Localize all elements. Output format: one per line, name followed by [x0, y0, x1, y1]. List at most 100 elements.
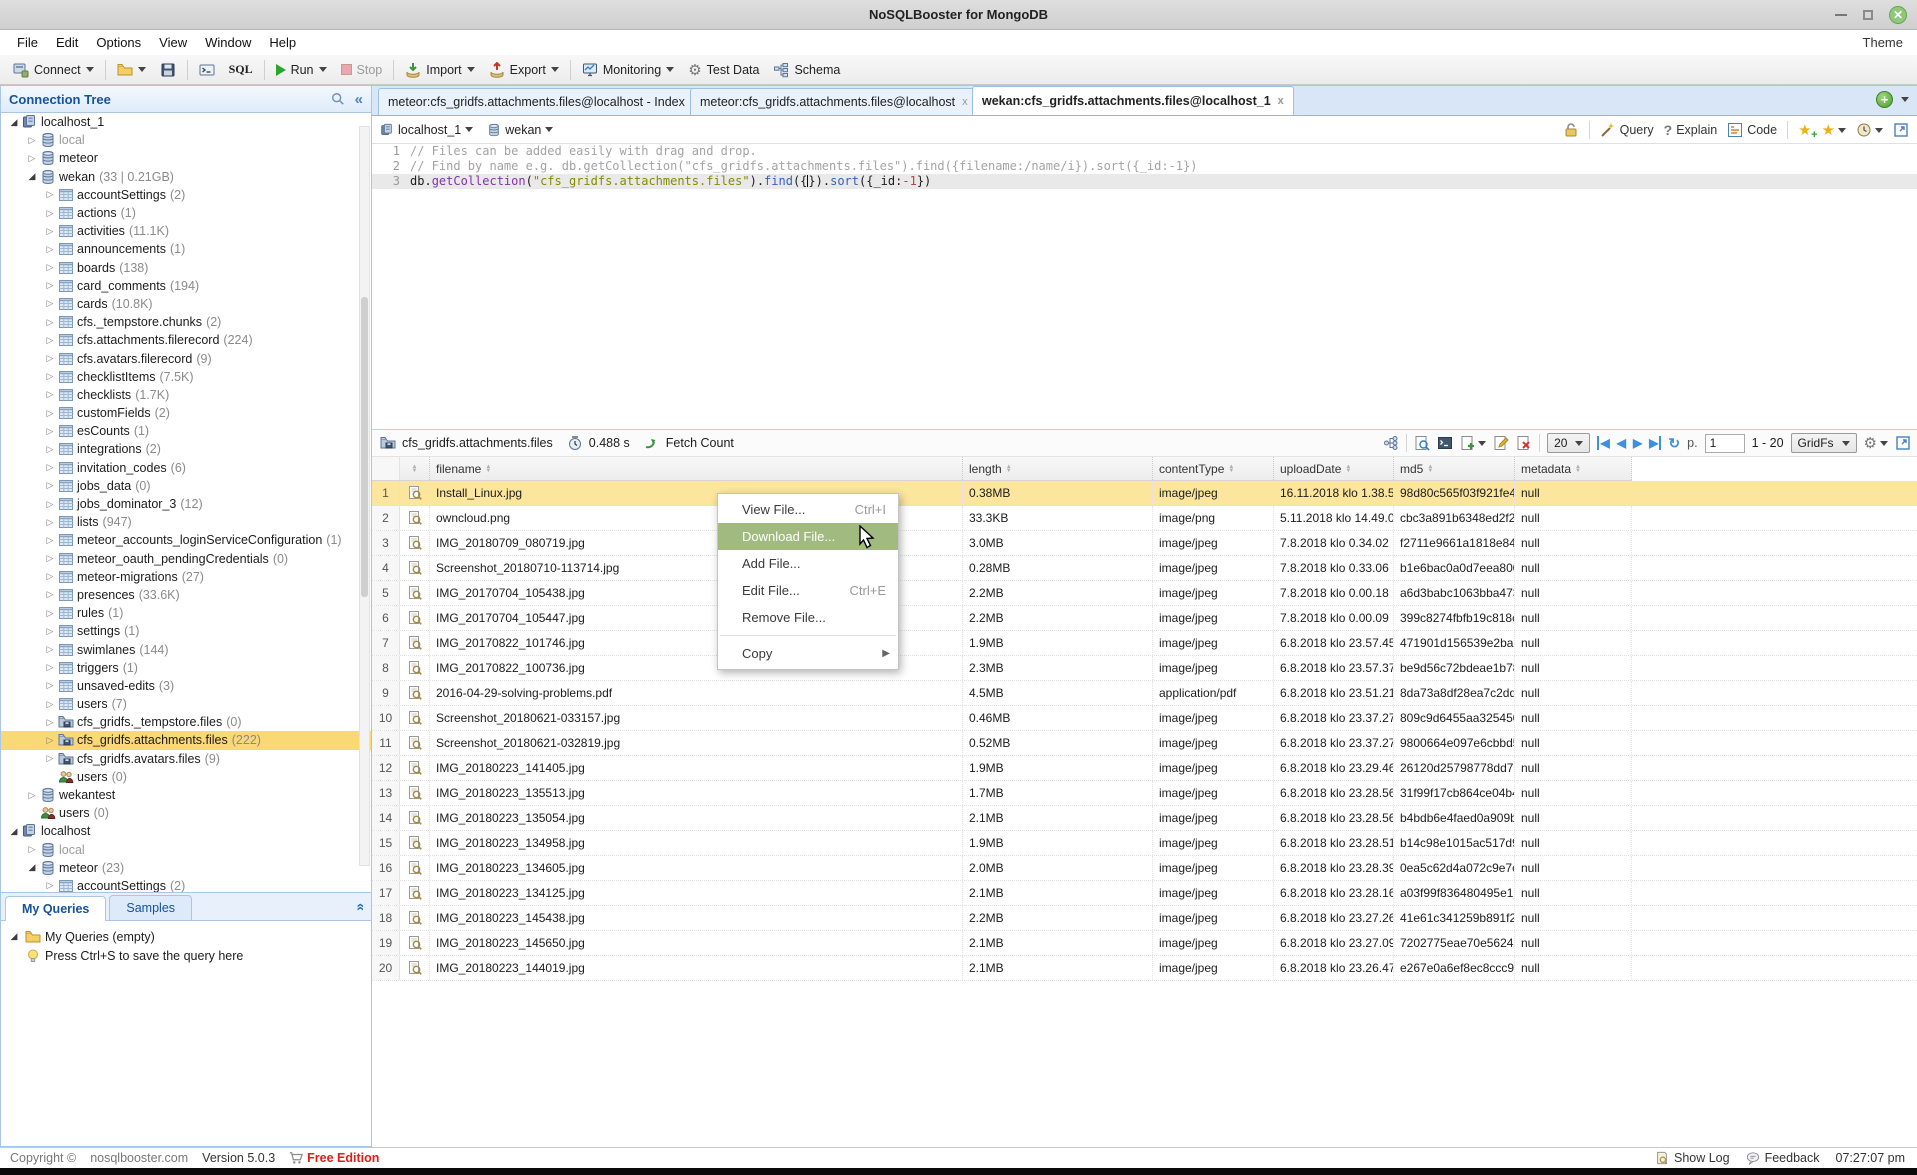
cell-md5[interactable]: 7202775eae70e5624b9d824cff6 [1394, 931, 1515, 955]
cell-filename[interactable]: IMG_20180223_134958.jpg [430, 831, 963, 855]
add-favorite-icon[interactable]: ★+ [1798, 121, 1811, 139]
tab-close-icon[interactable]: x [1278, 95, 1284, 107]
cell-uploadDate[interactable]: 6.8.2018 klo 23.26.47 [1274, 956, 1394, 980]
expander-icon[interactable]: ▷ [25, 135, 39, 146]
edit-document-icon[interactable] [1493, 435, 1509, 451]
collapse-panel-icon[interactable]: « [355, 91, 363, 108]
view-document-icon[interactable] [1414, 435, 1430, 451]
menu-item-edit-file[interactable]: Edit File...Ctrl+E [718, 577, 898, 604]
monitoring-dropdown-icon[interactable] [666, 67, 674, 72]
tree-item-customfields[interactable]: ▷customFields(2) [1, 404, 371, 422]
edition-label[interactable]: Free Edition [307, 1151, 379, 1165]
cell-length[interactable]: 0.52MB [963, 731, 1153, 755]
query-builder-button[interactable]: Query [1600, 122, 1654, 138]
connect-button[interactable]: Connect [6, 59, 101, 81]
cell-md5[interactable]: 31f99f17cb864ce04b467a97ee8 [1394, 781, 1515, 805]
cell-contentType[interactable]: image/png [1153, 506, 1274, 530]
close-icon[interactable]: ✕ [1889, 6, 1907, 24]
cell-contentType[interactable]: image/jpeg [1153, 806, 1274, 830]
tree-item-card-comments[interactable]: ▷card_comments(194) [1, 277, 371, 295]
menu-item-remove-file[interactable]: Remove File... [718, 604, 898, 631]
tree-item-activities[interactable]: ▷activities(11.1K) [1, 222, 371, 240]
menu-file[interactable]: File [8, 32, 47, 53]
cell-uploadDate[interactable]: 5.11.2018 klo 14.49.05 [1274, 506, 1394, 530]
header-metadata[interactable]: metadata▲▼ [1515, 457, 1632, 480]
remove-document-icon[interactable] [1516, 435, 1532, 451]
cell-uploadDate[interactable]: 7.8.2018 klo 0.33.06 [1274, 556, 1394, 580]
open-dropdown-icon[interactable] [138, 67, 146, 72]
cell-uploadDate[interactable]: 7.8.2018 klo 0.34.02 [1274, 531, 1394, 555]
cell-metadata[interactable]: null [1515, 606, 1632, 630]
cell-uploadDate[interactable]: 6.8.2018 klo 23.28.39 [1274, 856, 1394, 880]
tree-item-triggers[interactable]: ▷triggers(1) [1, 659, 371, 677]
header-md5[interactable]: md5▲▼ [1394, 457, 1515, 480]
expander-icon[interactable]: ▷ [43, 571, 57, 582]
queries-collapse-icon[interactable]: » [351, 903, 367, 911]
cell-metadata[interactable]: null [1515, 756, 1632, 780]
expander-icon[interactable]: ▷ [43, 499, 57, 510]
expander-icon[interactable]: ◢ [25, 171, 39, 182]
cell-md5[interactable]: cbc3a891b6348ed2f29cb7d13968 [1394, 506, 1515, 530]
prev-page-icon[interactable]: ◀ [1617, 436, 1626, 450]
document-preview-icon[interactable] [400, 556, 430, 580]
cell-md5[interactable]: 0ea5c62d4a072c9e7ca4b1c5eff [1394, 856, 1515, 880]
cell-contentType[interactable]: image/jpeg [1153, 881, 1274, 905]
table-row[interactable]: 17IMG_20180223_134125.jpg2.1MBimage/jpeg… [372, 881, 1917, 906]
expander-icon[interactable]: ▷ [43, 244, 57, 255]
cell-length[interactable]: 1.7MB [963, 781, 1153, 805]
document-preview-icon[interactable] [400, 706, 430, 730]
menu-item-add-file[interactable]: Add File... [718, 550, 898, 577]
cell-md5[interactable]: 8da73a8df28ea7c2dda92d88f0c [1394, 681, 1515, 705]
fetch-count-button[interactable]: Fetch Count [666, 436, 734, 450]
tree-item-accountsettings[interactable]: ▷accountSettings(2) [1, 186, 371, 204]
document-preview-icon[interactable] [400, 531, 430, 555]
cell-contentType[interactable]: application/pdf [1153, 681, 1274, 705]
cell-filename[interactable]: IMG_20180223_134605.jpg [430, 856, 963, 880]
cell-contentType[interactable]: image/jpeg [1153, 706, 1274, 730]
expander-icon[interactable]: ▷ [43, 535, 57, 546]
run-dropdown-icon[interactable] [319, 67, 327, 72]
tree-item-wekantest[interactable]: ▷wekantest [1, 786, 371, 804]
cell-length[interactable]: 33.3KB [963, 506, 1153, 530]
cell-contentType[interactable]: image/jpeg [1153, 931, 1274, 955]
editor-line-3[interactable]: 3db.getCollection("cfs_gridfs.attachment… [372, 174, 1917, 189]
cell-md5[interactable]: b4bdb6e4faed0a909ba13e5df30 [1394, 806, 1515, 830]
sql-button[interactable]: SQL [222, 59, 260, 80]
page-size-select[interactable]: 20 [1547, 433, 1590, 453]
cell-length[interactable]: 2.2MB [963, 906, 1153, 930]
document-preview-icon[interactable] [400, 806, 430, 830]
cell-metadata[interactable]: null [1515, 731, 1632, 755]
cell-contentType[interactable]: image/jpeg [1153, 831, 1274, 855]
table-row[interactable]: 6IMG_20170704_105447.jpg2.2MBimage/jpeg7… [372, 606, 1917, 631]
cell-md5[interactable]: 9800664e097e6cbbd573c28e5d [1394, 731, 1515, 755]
cell-md5[interactable]: a03f99f836480495e12fdb4e991 [1394, 881, 1515, 905]
export-dropdown-icon[interactable] [551, 67, 559, 72]
cell-metadata[interactable]: null [1515, 631, 1632, 655]
page-number-input[interactable]: 1 [1705, 434, 1745, 453]
cell-filename[interactable]: Screenshot_20180621-033157.jpg [430, 706, 963, 730]
cell-contentType[interactable]: image/jpeg [1153, 856, 1274, 880]
tree-item-checklists[interactable]: ▷checklists(1.7K) [1, 386, 371, 404]
editor-line-1[interactable]: 1// Files can be added easily with drag … [372, 144, 1917, 159]
expander-icon[interactable]: ▷ [43, 880, 57, 891]
monitoring-button[interactable]: Monitoring [575, 59, 681, 81]
cell-length[interactable]: 2.1MB [963, 881, 1153, 905]
cell-md5[interactable]: be9d56c72bdeae1b784d2bd2155 [1394, 656, 1515, 680]
cell-filename[interactable]: IMG_20180223_135513.jpg [430, 781, 963, 805]
tab-wekan-active[interactable]: wekan:cfs_gridfs.attachments.files@local… [972, 86, 1294, 115]
document-preview-icon[interactable] [400, 681, 430, 705]
expander-icon[interactable]: ▷ [43, 408, 57, 419]
tree-item-users[interactable]: users(0) [1, 804, 371, 822]
cell-contentType[interactable]: image/jpeg [1153, 631, 1274, 655]
connect-dropdown-icon[interactable] [86, 67, 94, 72]
cell-length[interactable]: 4.5MB [963, 681, 1153, 705]
header-icon-col[interactable]: ▲▼ [400, 457, 430, 480]
expander-icon[interactable]: ◢ [7, 826, 21, 837]
tree-item-presences[interactable]: ▷presences(33.6K) [1, 586, 371, 604]
tree-item-local[interactable]: ▷local [1, 131, 371, 149]
expander-icon[interactable]: ▷ [43, 262, 57, 273]
expand-editor-icon[interactable] [1893, 122, 1909, 138]
tree-item-meteor-migrations[interactable]: ▷meteor-migrations(27) [1, 568, 371, 586]
tree-item-rules[interactable]: ▷rules(1) [1, 604, 371, 622]
tree-item-local[interactable]: ▷local [1, 841, 371, 859]
